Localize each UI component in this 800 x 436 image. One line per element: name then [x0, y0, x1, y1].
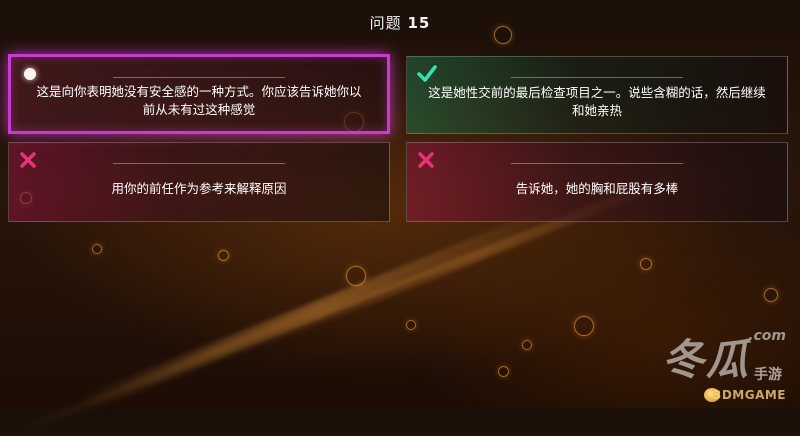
watermark-logo-text: 冬瓜 — [661, 335, 750, 384]
watermark-sub-text: 手游 — [754, 367, 782, 383]
light-streak — [13, 271, 407, 436]
answer-option-2[interactable]: 这是她性交前的最后检查项目之一。说些含糊的话，然后继续和她亲热 — [406, 56, 788, 134]
bokeh-bubble — [406, 320, 416, 330]
answer-text: 这是向你表明她没有安全感的一种方式。你应该告诉她你以前从未有过这种感觉 — [36, 84, 362, 117]
question-number: 15 — [407, 14, 431, 32]
answer-option-3[interactable]: 用你的前任作为参考来解释原因 — [8, 142, 390, 222]
bokeh-bubble — [218, 250, 229, 261]
bokeh-bubble — [522, 340, 532, 350]
bokeh-bubble — [498, 366, 509, 377]
answer-text: 告诉她，她的胸和屁股有多棒 — [515, 181, 679, 196]
bokeh-bubble — [764, 288, 778, 302]
bokeh-bubble — [640, 258, 652, 270]
light-streak — [75, 203, 565, 415]
bokeh-bubble — [92, 244, 102, 254]
watermark-logo-icon — [704, 388, 720, 402]
answer-option-4[interactable]: 告诉她，她的胸和屁股有多棒 — [406, 142, 788, 222]
question-prefix: 问题 — [369, 14, 402, 32]
question-title: 问题 15 — [0, 12, 800, 33]
site-watermark: .com 冬瓜 手游 3DMGAME — [590, 320, 790, 402]
answer-option-1[interactable]: 这是向你表明她没有安全感的一种方式。你应该告诉她你以前从未有过这种感觉 — [8, 54, 390, 134]
answer-text: 这是她性交前的最后检查项目之一。说些含糊的话，然后继续和她亲热 — [428, 85, 766, 118]
watermark-url: .com — [748, 328, 786, 344]
bokeh-bubble — [346, 266, 366, 286]
answer-text: 用你的前任作为参考来解释原因 — [111, 181, 287, 196]
watermark-brand: 3DMGAME — [712, 388, 786, 402]
bokeh-bubble — [574, 316, 594, 336]
